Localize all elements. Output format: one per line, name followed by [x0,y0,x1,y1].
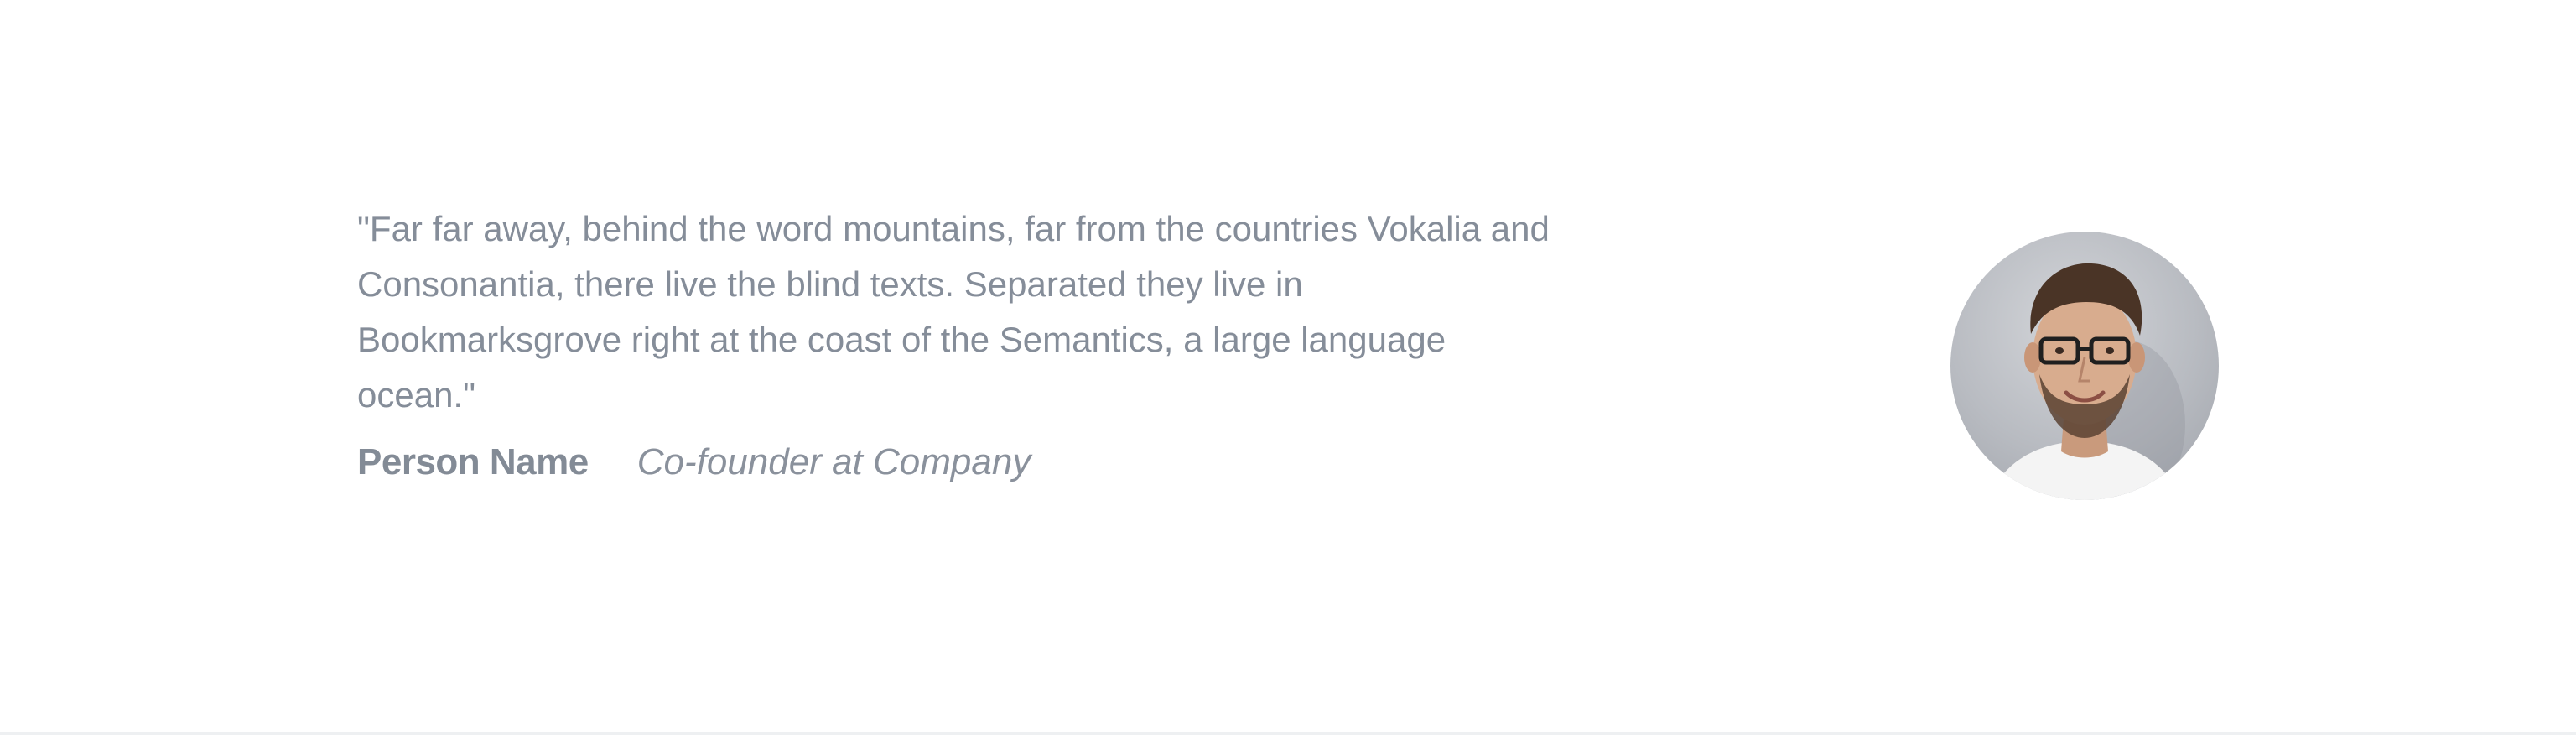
testimonial-author: Person Name Co-founder at Company [357,441,1565,483]
testimonial-page: "Far far away, behind the word mountains… [0,0,2576,735]
person-photo-icon [1987,263,2185,500]
testimonial-quote: "Far far away, behind the word mountains… [357,209,1550,414]
person-role: Co-founder at Company [636,441,1031,482]
person-name: Person Name [357,441,589,482]
avatar [1950,232,2219,500]
testimonial-block: "Far far away, behind the word mountains… [357,201,1565,483]
